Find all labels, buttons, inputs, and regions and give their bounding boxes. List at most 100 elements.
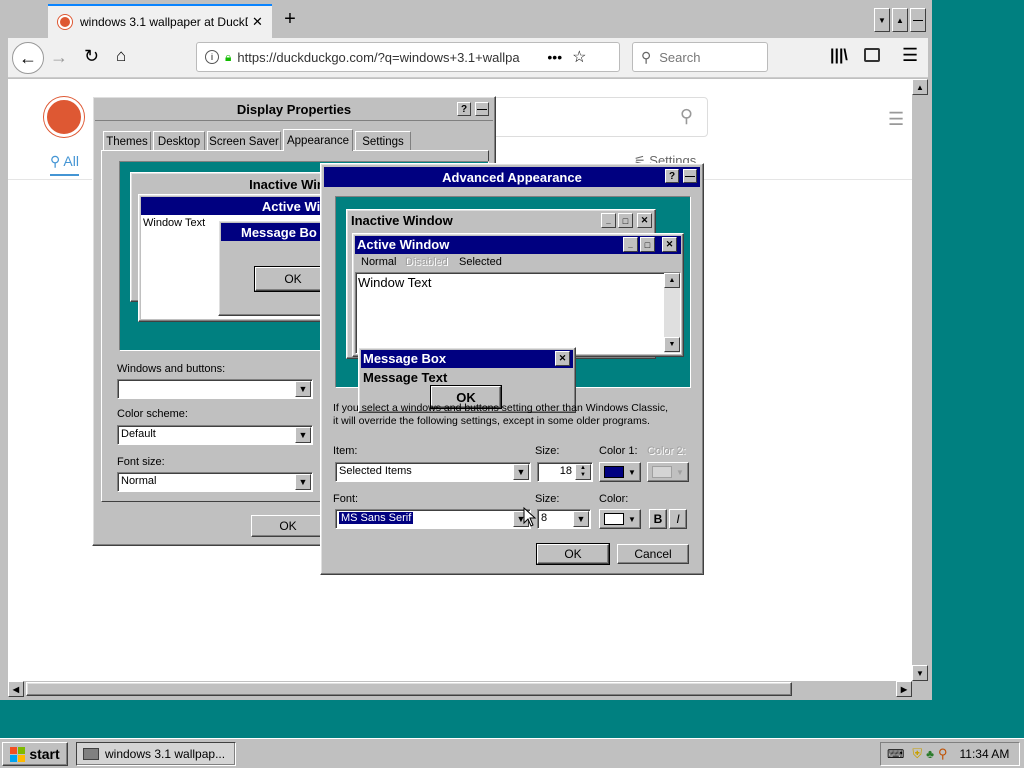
item-size-spinner[interactable]: 18 ▲ ▼ [537, 462, 593, 482]
taskbar-task-button[interactable]: windows 3.1 wallpap... [76, 742, 236, 766]
adv-ok-button[interactable]: OK [536, 543, 610, 565]
window-minimize-button[interactable]: — [910, 8, 926, 32]
lock-icon: 🔒︎ [225, 49, 232, 64]
scroll-down-button[interactable]: ▼ [912, 665, 928, 681]
adv-cancel-button[interactable]: Cancel [617, 544, 689, 564]
tab-settings[interactable]: Settings [355, 131, 411, 151]
color1-picker[interactable]: ▼ [599, 462, 641, 482]
scroll-up-button[interactable]: ▲ [912, 79, 928, 95]
advanced-titlebar[interactable]: Advanced Appearance [324, 167, 700, 187]
tab-strip: windows 3.1 wallpaper at DuckDu ✕ + ▼ ▲ … [0, 0, 932, 38]
close-button[interactable]: — [475, 102, 489, 116]
maximize-icon: □ [618, 213, 633, 228]
color2-label: Color 2: [647, 445, 686, 457]
info-line-2: it will override the following settings,… [333, 415, 650, 427]
adv-preview-scrollbar: ▲ ▼ [664, 273, 680, 353]
new-tab-button[interactable]: + [280, 8, 300, 32]
adv-window-body: Window Text ▲ ▼ [355, 272, 681, 354]
adv-close-button[interactable]: — [683, 169, 697, 183]
hamburger-menu-icon[interactable]: ☰ [902, 45, 918, 66]
sidebar-icon[interactable] [864, 48, 880, 62]
adv-message-title: Message Box [363, 351, 447, 366]
scroll-left-button[interactable]: ◀ [8, 681, 24, 697]
window-menu-down-button[interactable]: ▼ [874, 8, 890, 32]
taskbar: start windows 3.1 wallpap... ⌨ ⛨ ♣ ⚲ 11:… [0, 738, 1024, 768]
url-text[interactable]: https://duckduckgo.com/?q=windows+3.1+wa… [237, 50, 537, 65]
dropdown-arrow-icon[interactable]: ▼ [573, 511, 589, 527]
italic-button[interactable]: I [669, 509, 687, 529]
ddg-search-icon[interactable]: ⚲ [680, 106, 693, 127]
start-button[interactable]: start [2, 742, 68, 766]
menu-disabled: Disabled [405, 256, 448, 268]
item-select[interactable]: Selected Items ▼ [335, 462, 531, 482]
help-button[interactable]: ? [457, 102, 471, 116]
font-size-select-adv[interactable]: 8 ▼ [537, 509, 591, 529]
menu-selected: Selected [459, 256, 502, 268]
tab-title: windows 3.1 wallpaper at DuckDu [80, 15, 248, 29]
url-bar[interactable]: i 🔒︎ https://duckduckgo.com/?q=windows+3… [196, 42, 620, 72]
spinner-arrows-icon[interactable]: ▲ ▼ [575, 464, 591, 480]
scroll-thumb[interactable] [26, 682, 792, 696]
display-properties-titlebar[interactable]: Display Properties [95, 99, 493, 121]
color-scheme-label: Color scheme: [117, 408, 188, 420]
bookmark-star-icon[interactable]: ☆ [572, 47, 586, 67]
bold-button[interactable]: B [649, 509, 667, 529]
search-box[interactable]: ⚲ Search [632, 42, 768, 72]
adv-inactive-title: Inactive Window [351, 213, 453, 228]
task-label: windows 3.1 wallpap... [105, 747, 226, 761]
font-size-select[interactable]: Normal ▼ [117, 472, 313, 492]
dropdown-arrow-icon[interactable]: ▼ [295, 474, 311, 490]
adv-menu-bar: Normal Disabled Selected [355, 254, 681, 272]
windows-logo-icon [10, 746, 26, 762]
dropdown-arrow-icon[interactable]: ▼ [513, 464, 529, 480]
dp-window-text: Window Text [143, 217, 206, 229]
dropdown-arrow-icon[interactable]: ▼ [295, 381, 311, 397]
search-tray-icon[interactable]: ⚲ [938, 746, 948, 762]
windows-buttons-label: Windows and buttons: [117, 363, 226, 375]
font-color-swatch [604, 513, 624, 525]
keyboard-icon[interactable]: ⌨ [887, 747, 904, 761]
clock[interactable]: 11:34 AM [960, 747, 1010, 761]
security-shield-icon[interactable]: ⛨ [912, 746, 922, 762]
adv-help-button[interactable]: ? [665, 169, 679, 183]
adv-active-titlebar: Active Window _ □ ✕ [355, 236, 681, 254]
reload-icon[interactable]: ↻ [84, 46, 99, 67]
dropdown-arrow-icon[interactable]: ▼ [295, 427, 311, 443]
dp-ok-button[interactable]: OK [251, 515, 325, 537]
color-scheme-select[interactable]: Default ▼ [117, 425, 313, 445]
tab-desktop[interactable]: Desktop [153, 131, 205, 151]
font-select[interactable]: MS Sans Serif ▼ [335, 509, 531, 529]
tab-screen-saver[interactable]: Screen Saver [207, 131, 281, 151]
tab-close-icon[interactable]: ✕ [252, 14, 263, 30]
item-label: Item: [333, 445, 358, 457]
home-icon[interactable]: ⌂ [116, 46, 126, 66]
scroll-right-button[interactable]: ▶ [896, 681, 912, 697]
network-icon[interactable]: ♣ [926, 747, 934, 761]
font-size-value: Normal [121, 475, 157, 487]
tab-appearance[interactable]: Appearance [283, 129, 353, 151]
ddg-tab-all[interactable]: ⚲ All [50, 153, 79, 176]
font-size-label-adv: Size: [535, 493, 560, 505]
adv-window-text: Window Text [358, 275, 432, 290]
page-actions-icon[interactable]: ••• [547, 49, 562, 65]
horizontal-scrollbar[interactable]: ◀ ▶ [8, 681, 912, 697]
font-value[interactable]: MS Sans Serif [339, 512, 414, 524]
item-size-label: Size: [535, 445, 560, 457]
minimize-icon: _ [623, 237, 638, 252]
duckduckgo-logo[interactable] [44, 97, 84, 137]
window-maximize-button[interactable]: ▲ [892, 8, 908, 32]
back-button[interactable]: ← [12, 42, 44, 74]
windows-buttons-select[interactable]: ▼ [117, 379, 313, 399]
library-icon[interactable]: |||\ [830, 47, 848, 65]
adv-message-titlebar: Message Box ✕ [361, 350, 573, 368]
item-size-value[interactable]: 18 [560, 465, 572, 477]
adv-preview: Inactive Window _ □ ✕ Active Window _ □ … [335, 196, 691, 413]
ddg-menu-icon[interactable]: ☰ [888, 109, 904, 130]
tab-themes[interactable]: Themes [103, 131, 151, 151]
all-search-icon: ⚲ [50, 153, 61, 169]
vertical-scrollbar[interactable]: ▲ ▼ [912, 79, 928, 681]
font-color-picker[interactable]: ▼ [599, 509, 641, 529]
forward-button[interactable]: → [50, 47, 68, 68]
info-icon[interactable]: i [205, 50, 219, 64]
browser-tab[interactable]: windows 3.1 wallpaper at DuckDu ✕ [48, 4, 272, 38]
